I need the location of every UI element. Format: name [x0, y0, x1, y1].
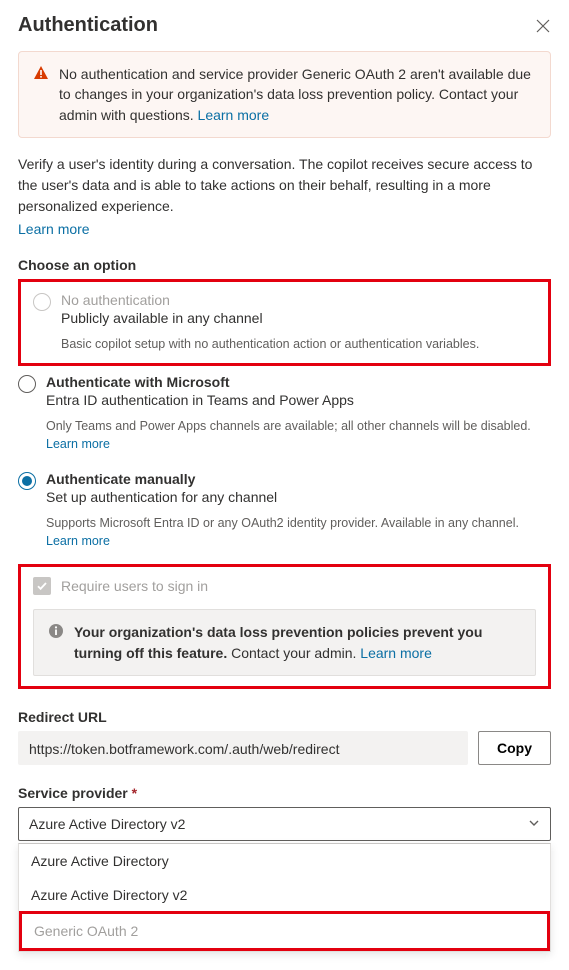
dlp-warning-banner: No authentication and service provider G… [18, 51, 551, 138]
chevron-down-icon [528, 816, 540, 832]
info-icon [48, 623, 64, 663]
service-provider-label: Service provider * [18, 785, 551, 801]
service-provider-selected: Azure Active Directory v2 [29, 816, 185, 832]
close-icon [536, 19, 550, 33]
choose-option-label: Choose an option [18, 257, 551, 273]
highlight-require-signin: Require users to sign in Your organizati… [18, 564, 551, 689]
highlight-no-auth: No authentication Publicly available in … [18, 279, 551, 367]
required-asterisk: * [132, 785, 137, 801]
option-title: Authenticate manually [46, 471, 551, 487]
info-learn-more-link[interactable]: Learn more [360, 645, 432, 661]
provider-option-aad-v2[interactable]: Azure Active Directory v2 [19, 878, 550, 912]
warning-learn-more-link[interactable]: Learn more [198, 107, 270, 123]
radio-authenticate-manually[interactable] [18, 472, 36, 490]
intro-text: Verify a user's identity during a conver… [18, 154, 551, 217]
warning-icon [33, 65, 49, 125]
option-learn-more-link[interactable]: Learn more [46, 437, 110, 451]
radio-no-authentication [33, 293, 51, 311]
copy-button[interactable]: Copy [478, 731, 551, 765]
option-learn-more-link[interactable]: Learn more [46, 534, 110, 548]
require-signin-checkbox [33, 577, 51, 595]
warning-text: No authentication and service provider G… [59, 64, 536, 125]
option-subtitle: Entra ID authentication in Teams and Pow… [46, 392, 551, 408]
option-subtitle: Publicly available in any channel [61, 310, 536, 326]
provider-option-aad[interactable]: Azure Active Directory [19, 844, 550, 878]
option-title: Authenticate with Microsoft [46, 374, 551, 390]
option-note: Supports Microsoft Entra ID or any OAuth… [46, 515, 551, 550]
page-title: Authentication [18, 14, 158, 37]
option-authenticate-manually[interactable]: Authenticate manually Set up authenticat… [18, 463, 551, 560]
service-provider-select[interactable]: Azure Active Directory v2 [18, 807, 551, 841]
redirect-url-input[interactable]: https://token.botframework.com/.auth/web… [18, 731, 468, 765]
check-icon [36, 580, 48, 592]
require-signin-info: Your organization's data loss prevention… [33, 609, 536, 676]
require-signin-row: Require users to sign in [33, 577, 536, 595]
option-note: Basic copilot setup with no authenticati… [61, 336, 536, 354]
option-subtitle: Set up authentication for any channel [46, 489, 551, 505]
close-button[interactable] [535, 18, 551, 34]
service-provider-dropdown: Azure Active Directory Azure Active Dire… [18, 843, 551, 952]
option-authenticate-microsoft[interactable]: Authenticate with Microsoft Entra ID aut… [18, 366, 551, 463]
provider-option-generic-oauth2: Generic OAuth 2 [22, 914, 547, 948]
option-no-authentication: No authentication Publicly available in … [33, 292, 536, 354]
info-rest: Contact your admin. [227, 645, 360, 661]
radio-authenticate-microsoft[interactable] [18, 375, 36, 393]
require-signin-label: Require users to sign in [61, 578, 208, 594]
redirect-url-label: Redirect URL [18, 709, 551, 725]
option-note: Only Teams and Power Apps channels are a… [46, 418, 551, 453]
option-title: No authentication [61, 292, 536, 308]
intro-learn-more-link[interactable]: Learn more [18, 221, 90, 237]
highlight-generic-oauth: Generic OAuth 2 [19, 911, 550, 951]
